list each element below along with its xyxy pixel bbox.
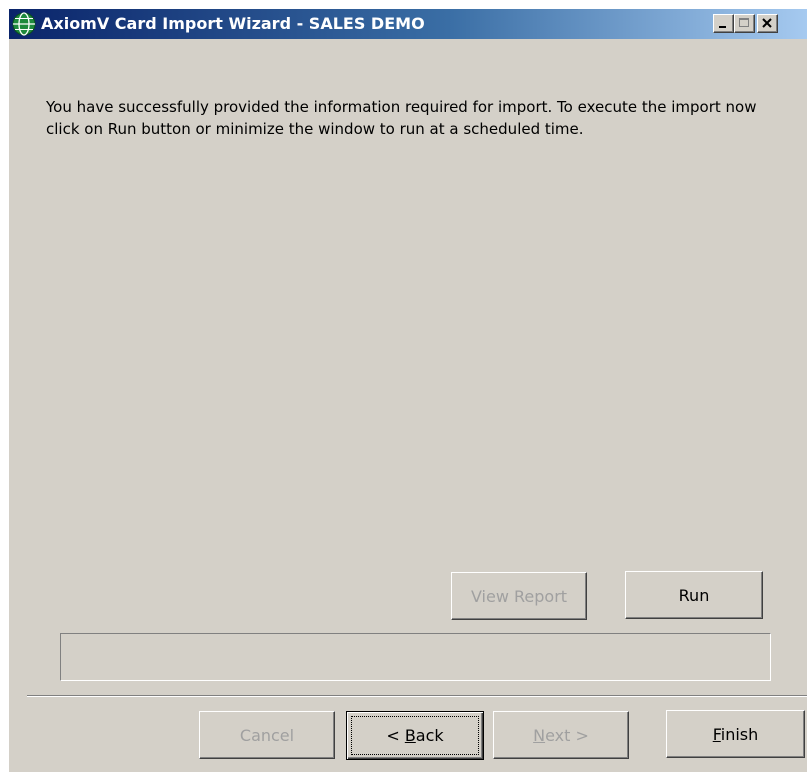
next-mnemonic: N (533, 725, 546, 745)
title-bar[interactable]: AxiomV Card Import Wizard - SALES DEMO (9, 9, 807, 39)
finish-button[interactable]: Finish (666, 710, 805, 758)
close-button[interactable] (757, 14, 778, 33)
maximize-icon (739, 18, 749, 27)
next-button[interactable]: Next > (493, 711, 629, 759)
minimize-icon (719, 26, 726, 28)
wizard-window: AxiomV Card Import Wizard - SALES DEMO Y… (8, 8, 807, 772)
close-icon (762, 18, 772, 28)
next-label: Next > (533, 726, 589, 745)
run-label: Run (678, 585, 710, 605)
progress-bar (60, 633, 771, 681)
minimize-button[interactable] (713, 14, 734, 33)
cancel-label: Cancel (239, 725, 295, 745)
back-mnemonic: B (404, 726, 416, 745)
finish-rest: inish (720, 724, 759, 744)
instruction-text: You have successfully provided the infor… (46, 98, 757, 138)
finish-mnemonic: F (712, 724, 721, 744)
separator (27, 695, 807, 697)
back-rest: ack (415, 726, 444, 745)
window-title: AxiomV Card Import Wizard - SALES DEMO (41, 14, 425, 33)
back-button[interactable]: < Back (346, 711, 484, 760)
view-report-button[interactable]: View Report (451, 572, 587, 620)
next-rest: ext > (545, 725, 589, 745)
view-report-label: View Report (470, 586, 568, 606)
back-prefix: < (386, 726, 405, 745)
back-label: < Back (386, 726, 443, 745)
globe-icon[interactable] (12, 12, 36, 36)
cancel-button[interactable]: Cancel (199, 711, 335, 759)
run-button[interactable]: Run (625, 571, 763, 619)
maximize-button[interactable] (734, 14, 755, 33)
finish-label: Finish (713, 725, 759, 744)
